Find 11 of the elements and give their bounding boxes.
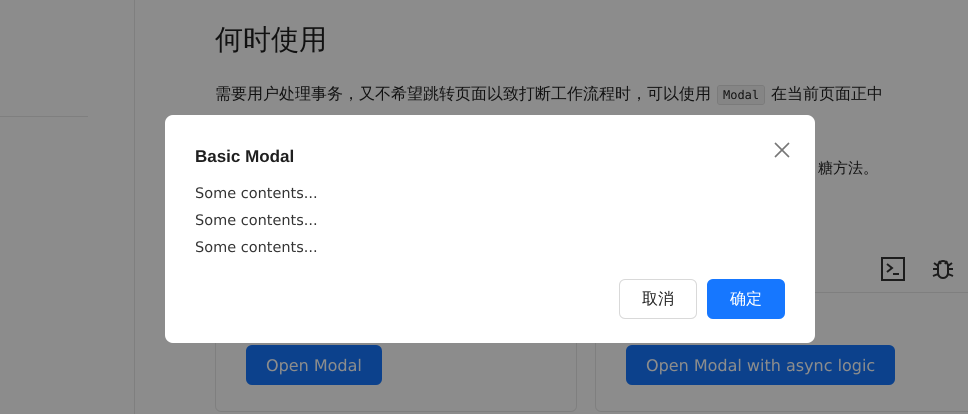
open-modal-button[interactable]: Open Modal bbox=[246, 345, 382, 385]
modal-content-text: Some contents... bbox=[195, 185, 319, 204]
ok-button[interactable]: 确定 bbox=[707, 279, 785, 319]
description-text: 需要用户处理事务，又不希望跳转页面以致打断工作流程时，可以使用 Modal 在当前页面正中 bbox=[215, 83, 884, 107]
modal-content-text: Some contents... bbox=[195, 239, 319, 258]
open-modal-button[interactable]: Open Modal with async logic bbox=[626, 345, 896, 385]
modal-title: Basic Modal bbox=[195, 146, 294, 168]
description-fragment: 糖方法。 bbox=[818, 158, 878, 179]
modal-content-text: Some contents... bbox=[195, 212, 319, 231]
section-heading: 何时使用 bbox=[215, 22, 328, 58]
cancel-button[interactable]: 取消 bbox=[619, 279, 697, 319]
